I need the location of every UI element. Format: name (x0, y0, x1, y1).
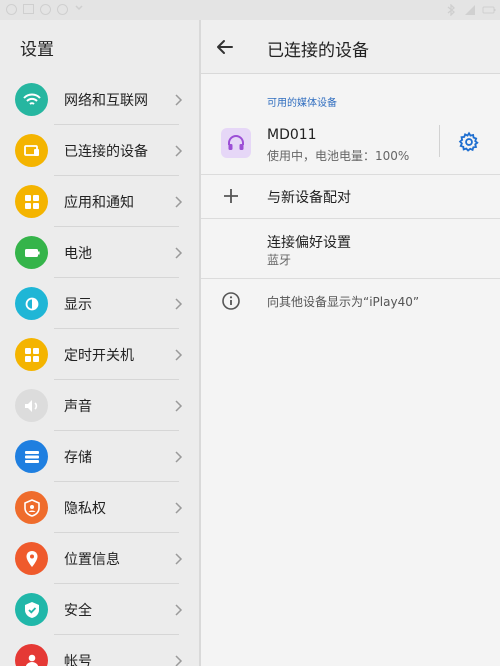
chevron-right-icon (170, 449, 186, 465)
chevron-right-icon (170, 398, 186, 414)
gear-icon (458, 131, 479, 152)
schedule-power-icon (15, 338, 48, 371)
device-name: MD011 (267, 127, 317, 143)
sidebar-item[interactable]: 定时开关机 (0, 329, 199, 380)
sidebar-item-label: 应用和通知 (64, 194, 134, 211)
security-icon (15, 593, 48, 626)
chevron-down-icon (74, 3, 86, 15)
sidebar-item[interactable]: 电池 (0, 227, 199, 278)
settings-pane: 设置 网络和互联网 已连接的设备 应用和通知电池显示定时开关机声音存储隐私权位置信息… (0, 20, 199, 666)
chevron-right-icon (170, 92, 186, 108)
connection-preferences-row[interactable]: 连接偏好设置 蓝牙 (201, 218, 500, 278)
app-notification-icon (57, 3, 68, 15)
bluetooth-icon (446, 3, 458, 17)
sidebar-item[interactable]: 已连接的设备 (0, 125, 199, 176)
sidebar-item-label: 帐号 (64, 653, 92, 666)
chat-notification-icon (40, 3, 51, 15)
device-divider (439, 125, 440, 157)
sidebar-item-label: 存储 (64, 449, 92, 466)
sidebar-item[interactable]: 位置信息 (0, 533, 199, 584)
chevron-right-icon (170, 347, 186, 363)
sidebar-item[interactable]: 帐号 (0, 635, 199, 666)
device-settings-button[interactable] (458, 131, 480, 153)
page-title: 已连接的设备 (267, 41, 369, 61)
back-button[interactable] (213, 35, 237, 59)
sidebar-item-label: 电池 (64, 245, 92, 262)
chevron-right-icon (170, 296, 186, 312)
sidebar-item-label: 显示 (64, 296, 92, 313)
sidebar-item-label: 声音 (64, 398, 92, 415)
sidebar-item[interactable]: 存储 (0, 431, 199, 482)
headset-icon (221, 128, 251, 158)
wifi-icon (15, 83, 48, 116)
sidebar-item-label: 定时开关机 (64, 347, 134, 364)
device-visibility-label: 向其他设备显示为“iPlay40” (267, 295, 420, 309)
chevron-right-icon (170, 245, 186, 261)
pair-new-device-row[interactable]: 与新设备配对 (201, 174, 500, 218)
sidebar-item-label: 已连接的设备 (64, 143, 148, 160)
sidebar-item-label: 安全 (64, 602, 92, 619)
device-row[interactable]: MD011 使用中，电池电量：100% (201, 118, 500, 174)
connection-preferences-sub: 蓝牙 (267, 253, 292, 267)
sidebar-item[interactable]: 应用和通知 (0, 176, 199, 227)
sidebar-item[interactable]: 声音 (0, 380, 199, 431)
apps-icon (15, 185, 48, 218)
chevron-right-icon (170, 500, 186, 516)
connection-preferences-label: 连接偏好设置 (267, 235, 351, 251)
sidebar-item-label: 隐私权 (64, 500, 106, 517)
device-visibility-row: 向其他设备显示为“iPlay40” (201, 278, 500, 322)
sidebar-item[interactable]: 安全 (0, 584, 199, 635)
signal-icon (464, 4, 476, 16)
connected-devices-pane: 已连接的设备 可用的媒体设备 MD011 使用中，电池电量：100% 与新设备配… (201, 20, 500, 666)
chevron-right-icon (170, 653, 186, 666)
connected-devices-header: 已连接的设备 (201, 20, 500, 74)
chevron-right-icon (170, 143, 186, 159)
location-icon (15, 542, 48, 575)
account-icon (15, 644, 48, 666)
chevron-right-icon (170, 602, 186, 618)
settings-title: 设置 (20, 39, 54, 60)
section-label: 可用的媒体设备 (267, 98, 337, 109)
battery-status-icon (482, 4, 496, 16)
device-status: 使用中，电池电量：100% (267, 149, 410, 163)
image-notification-icon (23, 4, 34, 14)
sidebar-item-label: 网络和互联网 (64, 92, 148, 109)
connected-devices-icon (15, 134, 48, 167)
arrow-left-icon (217, 40, 233, 54)
status-bar (0, 0, 500, 20)
sidebar-item[interactable]: 网络和互联网 (0, 74, 199, 125)
sidebar-item[interactable]: 显示 (0, 278, 199, 329)
notification-icon (6, 3, 17, 15)
status-bar-right (446, 3, 496, 17)
sidebar-item-label: 位置信息 (64, 551, 120, 568)
info-icon (221, 291, 241, 311)
brightness-icon (15, 287, 48, 320)
privacy-icon (15, 491, 48, 524)
sidebar-item[interactable]: 隐私权 (0, 482, 199, 533)
chevron-right-icon (170, 551, 186, 567)
plus-icon (221, 186, 241, 206)
pair-new-device-label: 与新设备配对 (267, 190, 351, 206)
storage-icon (15, 440, 48, 473)
volume-icon (15, 389, 48, 422)
battery-icon (15, 236, 48, 269)
chevron-right-icon (170, 194, 186, 210)
status-bar-left (6, 3, 86, 15)
settings-list: 网络和互联网 已连接的设备 应用和通知电池显示定时开关机声音存储隐私权位置信息安全帐… (0, 74, 199, 666)
